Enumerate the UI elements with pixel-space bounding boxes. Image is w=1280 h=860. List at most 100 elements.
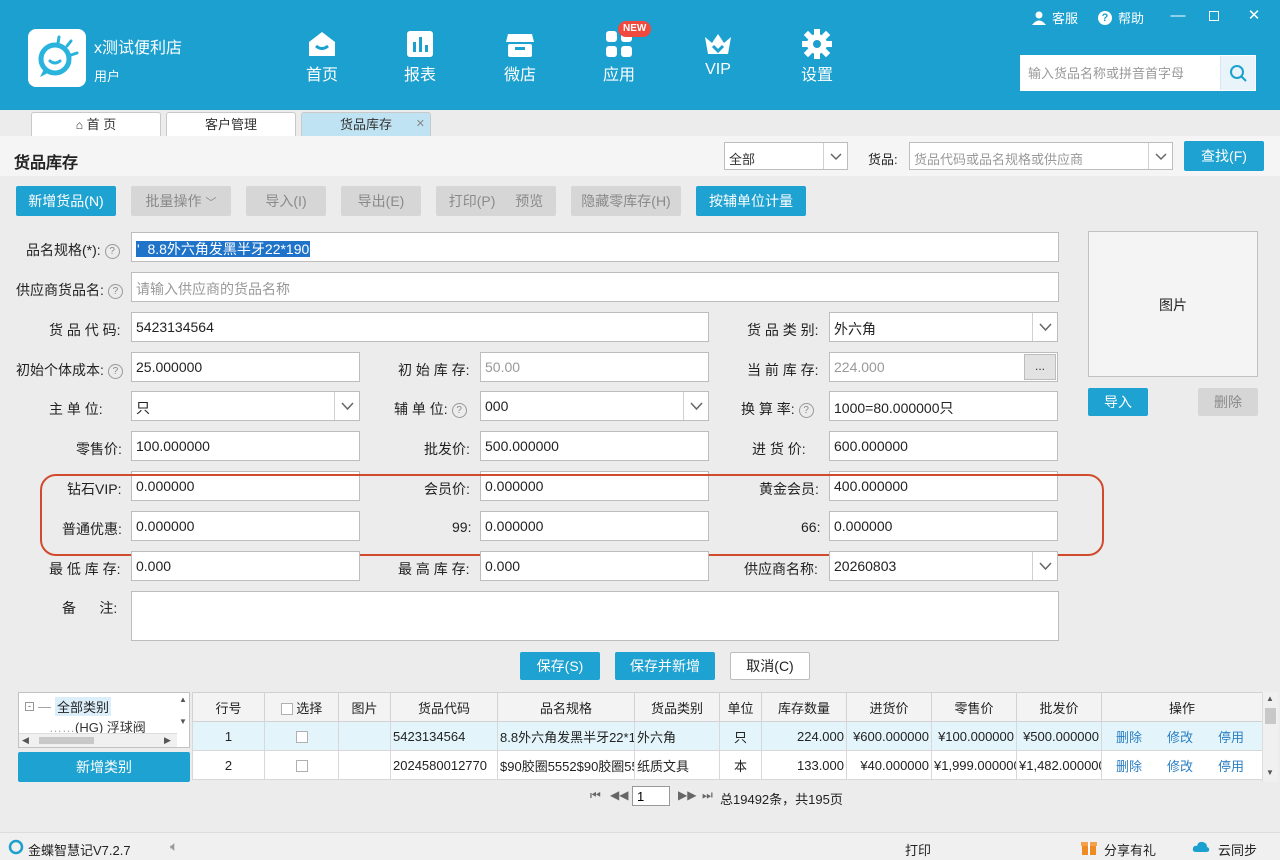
tree-node-root[interactable]: - — 全部类别 [25, 697, 112, 716]
supplier-goods-name-input[interactable]: 请输入供应商的货品名称 [131, 272, 1059, 302]
row-checkbox[interactable] [295, 731, 308, 744]
global-search-input[interactable] [1021, 56, 1219, 90]
purchase-price-input[interactable]: 600.000000 [829, 431, 1058, 461]
collapse-icon[interactable]: - [25, 702, 34, 711]
cell-no: 1 [192, 721, 265, 751]
service-link[interactable]: 客服 [1032, 8, 1078, 27]
print-button[interactable]: 打印(P) [449, 193, 496, 209]
nav-report[interactable]: 报表 [380, 28, 460, 85]
min-stock-input[interactable]: 0.000 [131, 551, 360, 581]
tree-scrollbar-horizontal[interactable]: ◀ ▶ [19, 733, 177, 747]
cell-category: 外六角 [634, 721, 720, 751]
table-row[interactable]: 2 2024580012770 $90胶圈5552$90胶圈5552 纸质文具 … [192, 750, 1263, 780]
grid-scrollbar[interactable]: ▲ ▼ [1262, 692, 1278, 782]
supplier-select[interactable]: 20260803 [829, 551, 1058, 581]
row-checkbox[interactable] [295, 760, 308, 773]
retail-price-label: 零售价: [76, 441, 122, 457]
init-cost-input[interactable]: 25.000000 [131, 352, 360, 382]
nav-settings[interactable]: 设置 [777, 28, 857, 85]
chevron-down-icon [1148, 143, 1172, 169]
page-number-input[interactable] [632, 786, 670, 806]
export-button[interactable]: 导出(E) [341, 186, 421, 216]
cloud-sync-link[interactable]: 云同步 [1218, 840, 1257, 859]
preview-button[interactable]: 预览 [515, 193, 543, 209]
wholesale-price-input[interactable]: 500.000000 [480, 431, 709, 461]
print-status[interactable]: 打印 [905, 840, 931, 859]
first-page-icon[interactable]: ⏮ [590, 788, 601, 803]
new-badge: NEW [618, 21, 652, 37]
image-import-button[interactable]: 导入 [1088, 388, 1148, 416]
tab-close-icon[interactable]: ✕ [416, 113, 425, 136]
cell-retail: ¥1,999.000000 [931, 750, 1017, 780]
save-new-button[interactable]: 保存并新增 [615, 652, 715, 680]
row-edit-link[interactable]: 修改 [1154, 727, 1206, 746]
cell-select[interactable] [264, 750, 339, 780]
nav-shop[interactable]: 微店 [480, 28, 560, 85]
chevron-down-icon [1032, 552, 1057, 580]
find-button[interactable]: 查找(F) [1184, 141, 1264, 171]
nav-vip[interactable]: VIP [678, 28, 758, 79]
aux-unit-select[interactable]: 000 [480, 391, 709, 421]
nav-report-label: 报表 [403, 67, 436, 84]
cancel-button[interactable]: 取消(C) [730, 652, 810, 680]
select-all-checkbox[interactable] [280, 703, 293, 716]
supplier-goods-name-label: 供应商货品名:? [16, 280, 123, 300]
close-window-button[interactable]: ✕ [1244, 6, 1264, 26]
prev-page-icon[interactable]: ◀◀ [610, 788, 628, 802]
tab-inventory[interactable]: 货品库存 ✕ [301, 112, 431, 136]
add-category-button[interactable]: 新增类别 [18, 752, 190, 782]
last-page-icon[interactable]: ⏭ [702, 788, 713, 803]
tree-scrollbar-vertical[interactable]: ▲ ▼ [177, 693, 189, 733]
next-page-icon[interactable]: ▶▶ [678, 788, 696, 802]
maximize-button[interactable] [1204, 6, 1224, 26]
row-edit-link[interactable]: 修改 [1154, 756, 1206, 775]
toolbar: 新增货品(N) 批量操作 ﹀ 导入(I) 导出(E) 打印(P) 预览 隐藏零库… [0, 176, 1280, 230]
remark-textarea[interactable] [131, 591, 1059, 641]
search-button[interactable] [1220, 56, 1255, 90]
wholesale-price-label: 批发价: [424, 441, 470, 457]
cell-ops: 删除 修改 停用 [1101, 750, 1263, 780]
table-row[interactable]: 1 5423134564 8.8外六角发黑半牙22*190 外六角 只 224.… [192, 721, 1263, 751]
cell-select[interactable] [264, 721, 339, 751]
help-question-icon[interactable]: ? [107, 364, 123, 379]
row-delete-link[interactable]: 删除 [1104, 756, 1154, 775]
aux-unit-button[interactable]: 按辅单位计量 [696, 186, 806, 216]
code-input[interactable]: 5423134564 [131, 312, 709, 342]
row-delete-link[interactable]: 删除 [1104, 727, 1154, 746]
retail-price-input[interactable]: 100.000000 [131, 431, 360, 461]
share-gift-link[interactable]: 分享有礼 [1104, 840, 1156, 859]
col-header-select[interactable]: 选择 [264, 692, 339, 722]
help-question-icon[interactable]: ? [451, 403, 467, 418]
current-stock-input[interactable]: 224.000... [829, 352, 1058, 382]
name-input[interactable]: ' 8.8外六角发黑半牙22*190 [131, 232, 1059, 262]
cell-purchase: ¥40.000000 [846, 750, 932, 780]
tab-home[interactable]: ⌂ 首 页 [31, 112, 161, 136]
category-select[interactable]: 外六角 [829, 312, 1058, 342]
help-question-icon[interactable]: ? [107, 284, 123, 299]
help-link[interactable]: ? 帮助 [1098, 8, 1144, 27]
add-goods-button[interactable]: 新增货品(N) [16, 186, 116, 216]
row-disable-link[interactable]: 停用 [1206, 727, 1256, 746]
minimize-button[interactable]: — [1168, 6, 1188, 26]
stock-detail-button[interactable]: ... [1024, 354, 1056, 380]
image-delete-button[interactable]: 删除 [1198, 388, 1258, 416]
help-question-icon[interactable]: ? [798, 403, 814, 418]
main-unit-select[interactable]: 只 [131, 391, 360, 421]
filter-select[interactable]: 全部 [724, 142, 848, 170]
nav-apps[interactable]: NEW 应用 [579, 21, 659, 85]
init-stock-input[interactable]: 50.00 [480, 352, 709, 382]
tab-customer[interactable]: 客户管理 [166, 112, 296, 136]
help-question-icon[interactable]: ? [104, 244, 120, 259]
goods-search-select[interactable]: 货品代码或品名规格或供应商 [909, 142, 1173, 170]
volume-icon[interactable]: 🔈︎ [170, 838, 178, 855]
max-stock-input[interactable]: 0.000 [480, 551, 709, 581]
nav-home[interactable]: 首页 [282, 28, 362, 85]
goods-grid: 行号 选择 图片 货品代码 品名规格 货品类别 单位 库存数量 进货价 零售价 … [192, 692, 1263, 780]
save-button[interactable]: 保存(S) [520, 652, 600, 680]
hide-zero-stock-button[interactable]: 隐藏零库存(H) [571, 186, 681, 216]
row-disable-link[interactable]: 停用 [1206, 756, 1256, 775]
cell-image [338, 750, 391, 780]
import-button[interactable]: 导入(I) [246, 186, 326, 216]
batch-operation-button[interactable]: 批量操作 ﹀ [131, 186, 231, 216]
ratio-input[interactable]: 1000=80.000000只 [829, 391, 1058, 421]
